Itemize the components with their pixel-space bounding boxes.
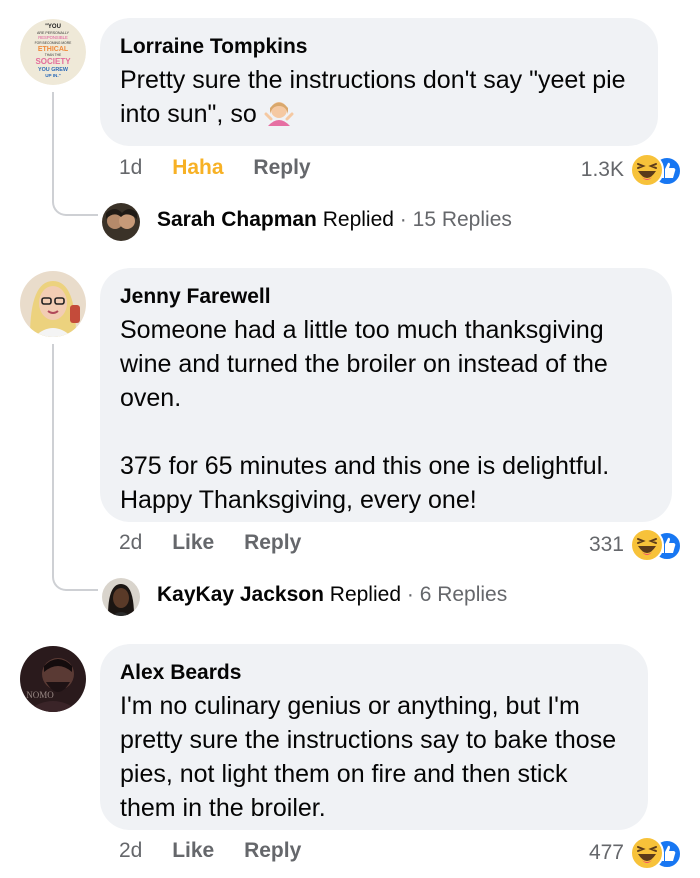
reply-count: 15 Replies xyxy=(412,208,512,231)
comment-text: Pretty sure the instructions don't say "… xyxy=(120,66,626,128)
svg-text:UP IN.": UP IN." xyxy=(45,73,61,78)
comment-timestamp[interactable]: 2d xyxy=(119,839,142,862)
comment-actions: 1d Haha Reply xyxy=(119,156,335,180)
reply-button[interactable]: Reply xyxy=(253,156,310,179)
like-button[interactable]: Like xyxy=(172,531,214,554)
haha-icon xyxy=(630,153,664,187)
reaction-count: 1.3K xyxy=(580,158,624,181)
avatar-sarah-chapman[interactable] xyxy=(102,203,140,241)
sarah-chapman-photo xyxy=(102,203,140,241)
svg-text:RESPONSIBLE: RESPONSIBLE xyxy=(38,35,68,40)
reaction-icons xyxy=(630,153,682,187)
comment-bubble: Jenny Farewell Someone had a little too … xyxy=(100,268,672,522)
comment-text: I'm no culinary genius or anything, but … xyxy=(120,692,617,822)
haha-icon xyxy=(630,528,664,562)
comment-actions: 2d Like Reply xyxy=(119,531,325,555)
avatar-watermark: NOMO xyxy=(26,690,54,700)
jenny-farewell-photo xyxy=(20,271,86,337)
alex-beards-photo: NOMO xyxy=(20,646,86,712)
reply-thread-link[interactable]: KayKay Jackson Replied · 6 Replies xyxy=(157,583,507,607)
person-shrugging-emoji-icon xyxy=(264,102,294,126)
reaction-count: 331 xyxy=(588,533,624,556)
reaction-icons xyxy=(630,528,682,562)
avatar-alex-beards[interactable]: NOMO xyxy=(20,646,86,712)
reaction-count: 477 xyxy=(588,841,624,864)
kaykay-jackson-photo xyxy=(102,578,140,616)
comment-author[interactable]: Alex Beards xyxy=(120,660,628,686)
svg-text:SOCIETY: SOCIETY xyxy=(35,57,71,66)
reply-thread-link[interactable]: Sarah Chapman Replied · 15 Replies xyxy=(157,208,512,232)
comment-text-paragraph-2: 375 for 65 minutes and this one is delig… xyxy=(120,452,610,514)
comment-author[interactable]: Jenny Farewell xyxy=(120,284,652,310)
separator-dot: · xyxy=(406,583,414,606)
comment-timestamp[interactable]: 1d xyxy=(119,156,142,179)
reaction-summary[interactable]: 331 xyxy=(589,528,682,562)
comment-bubble: Alex Beards I'm no culinary genius or an… xyxy=(100,644,648,830)
reply-action: Replied xyxy=(322,208,394,231)
reaction-icons xyxy=(630,836,682,870)
comment-bubble: Lorraine Tompkins Pretty sure the instru… xyxy=(100,18,658,146)
reply-author: Sarah Chapman xyxy=(157,208,317,231)
comment-timestamp[interactable]: 2d xyxy=(119,531,142,554)
svg-text:"YOU: "YOU xyxy=(45,24,61,30)
svg-text:ETHICAL: ETHICAL xyxy=(38,46,69,53)
svg-text:FOR BECOMING MORE: FOR BECOMING MORE xyxy=(35,41,72,45)
reply-author: KayKay Jackson xyxy=(157,583,324,606)
comment-text: Someone had a little too much thanksgivi… xyxy=(120,316,608,412)
like-button[interactable]: Like xyxy=(172,839,214,862)
avatar-lorraine-tompkins[interactable]: "YOU ARE PERSONALLY RESPONSIBLE FOR BECO… xyxy=(20,19,86,85)
quote-badge-image: "YOU ARE PERSONALLY RESPONSIBLE FOR BECO… xyxy=(20,19,86,85)
reaction-summary[interactable]: 1.3K xyxy=(581,153,682,187)
haha-icon xyxy=(630,836,664,870)
thread-connector xyxy=(52,344,98,591)
reply-button[interactable]: Reply xyxy=(244,839,301,862)
reply-count: 6 Replies xyxy=(419,583,508,606)
haha-reaction-button[interactable]: Haha xyxy=(172,156,223,179)
reaction-summary[interactable]: 477 xyxy=(589,836,682,870)
comment-actions: 2d Like Reply xyxy=(119,839,325,863)
reply-button[interactable]: Reply xyxy=(244,531,301,554)
avatar-jenny-farewell[interactable] xyxy=(20,271,86,337)
separator-dot: · xyxy=(399,208,407,231)
thread-connector xyxy=(52,92,98,216)
avatar-kaykay-jackson[interactable] xyxy=(102,578,140,616)
comment-author[interactable]: Lorraine Tompkins xyxy=(120,34,638,60)
reply-action: Replied xyxy=(329,583,401,606)
